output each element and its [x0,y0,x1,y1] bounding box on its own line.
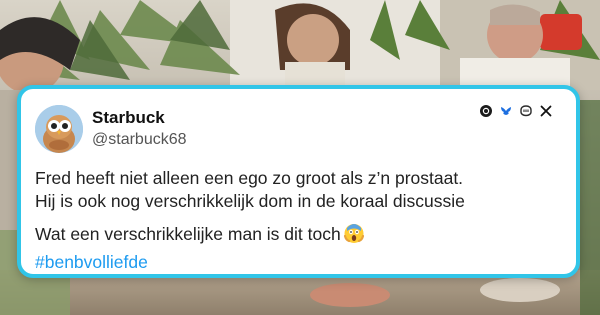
social-icons [480,105,552,117]
hashtag-link[interactable]: #benbvolliefde [35,252,148,273]
username-handle[interactable]: @starbuck68 [92,131,187,149]
threads-icon[interactable] [480,105,492,117]
avatar[interactable] [35,105,83,153]
display-name[interactable]: Starbuck [92,108,165,128]
mastodon-icon[interactable] [520,105,532,117]
tweet-text-line: Wat een verschrikkelijke man is dit toch [35,222,565,246]
tweet-text-line-content: Wat een verschrikkelijke man is dit toch [35,224,341,244]
owl-avatar-icon [35,105,83,153]
screaming-face-emoji-icon [343,222,365,244]
tweet-text-line: Fred heeft niet alleen een ego zo groot … [35,168,464,188]
x-icon[interactable] [540,105,552,117]
tweet-card[interactable]: Starbuck @starbuck68 Fred heeft niet all… [17,85,580,278]
tweet-text-line: Hij is ook nog verschrikkelijk dom in de… [35,191,465,211]
bluesky-icon[interactable] [500,105,512,117]
